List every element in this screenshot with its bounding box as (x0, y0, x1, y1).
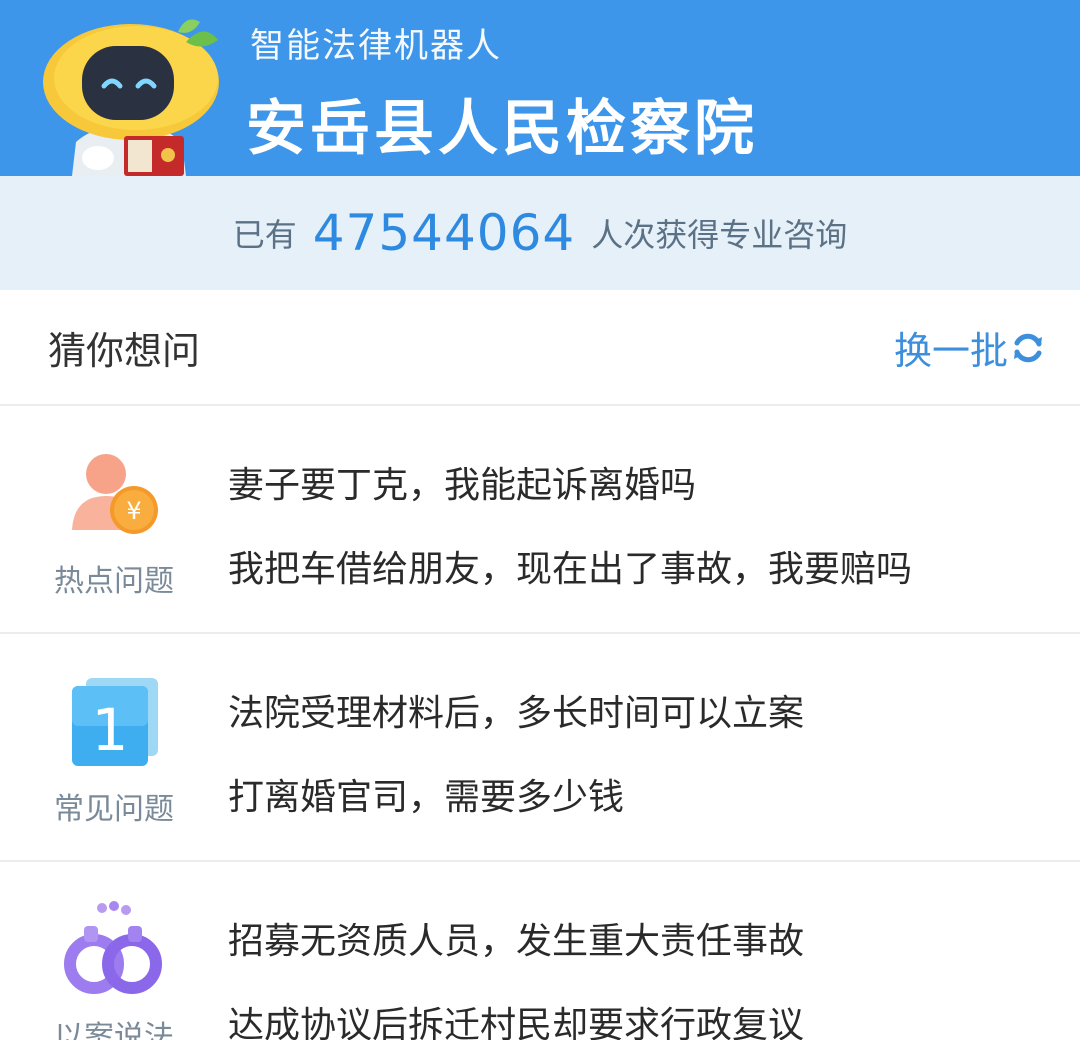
number-one-card-icon: 1 (72, 678, 158, 766)
section-common-questions: 1 常见问题 法院受理材料后，多长时间可以立案 打离婚官司，需要多少钱 (0, 634, 1080, 862)
section-hot-questions: ¥ 热点问题 妻子要丁克，我能起诉离婚吗 我把车借给朋友，现在出了事故，我要赔吗 (0, 406, 1080, 634)
person-yen-icon: ¥ (72, 454, 158, 534)
guess-header: 猜你想问 换一批 (0, 290, 1080, 406)
category-label: 以案说法 (54, 1020, 174, 1040)
section-case-law: 以案说法 招募无资质人员，发生重大责任事故 达成协议后拆迁村民却要求行政复议 (0, 862, 1080, 1040)
question-link[interactable]: 我把车借给朋友，现在出了事故，我要赔吗 (228, 540, 912, 592)
robot-mascot-icon (43, 19, 219, 176)
header-subtitle: 智能法律机器人 (250, 26, 502, 66)
question-link[interactable]: 打离婚官司，需要多少钱 (228, 768, 624, 820)
category-label: 热点问题 (54, 564, 174, 599)
refresh-label: 换一批 (893, 329, 1008, 373)
guess-title: 猜你想问 (48, 329, 201, 373)
svg-text:¥: ¥ (126, 497, 141, 525)
question-link[interactable]: 达成协议后拆迁村民却要求行政复议 (228, 996, 804, 1040)
app-header: 智能法律机器人 安岳县人民检察院 (0, 0, 1080, 176)
question-link[interactable]: 妻子要丁克，我能起诉离婚吗 (228, 456, 696, 508)
question-link[interactable]: 法院受理材料后，多长时间可以立案 (228, 684, 804, 736)
refresh-icon (1014, 333, 1042, 362)
stats-suffix: 人次获得专业咨询 (591, 216, 848, 254)
header-title: 安岳县人民检察院 (246, 94, 758, 164)
stats-prefix: 已有 (232, 216, 297, 254)
svg-text:1: 1 (92, 696, 129, 764)
question-link[interactable]: 招募无资质人员，发生重大责任事故 (228, 912, 804, 964)
consult-stats-banner: 已有 47544064 人次获得专业咨询 (0, 176, 1080, 290)
category-label: 常见问题 (54, 792, 174, 827)
consult-count: 47544064 (312, 204, 576, 262)
refresh-button[interactable]: 换一批 (894, 320, 1046, 375)
handcuffs-icon (64, 901, 162, 994)
